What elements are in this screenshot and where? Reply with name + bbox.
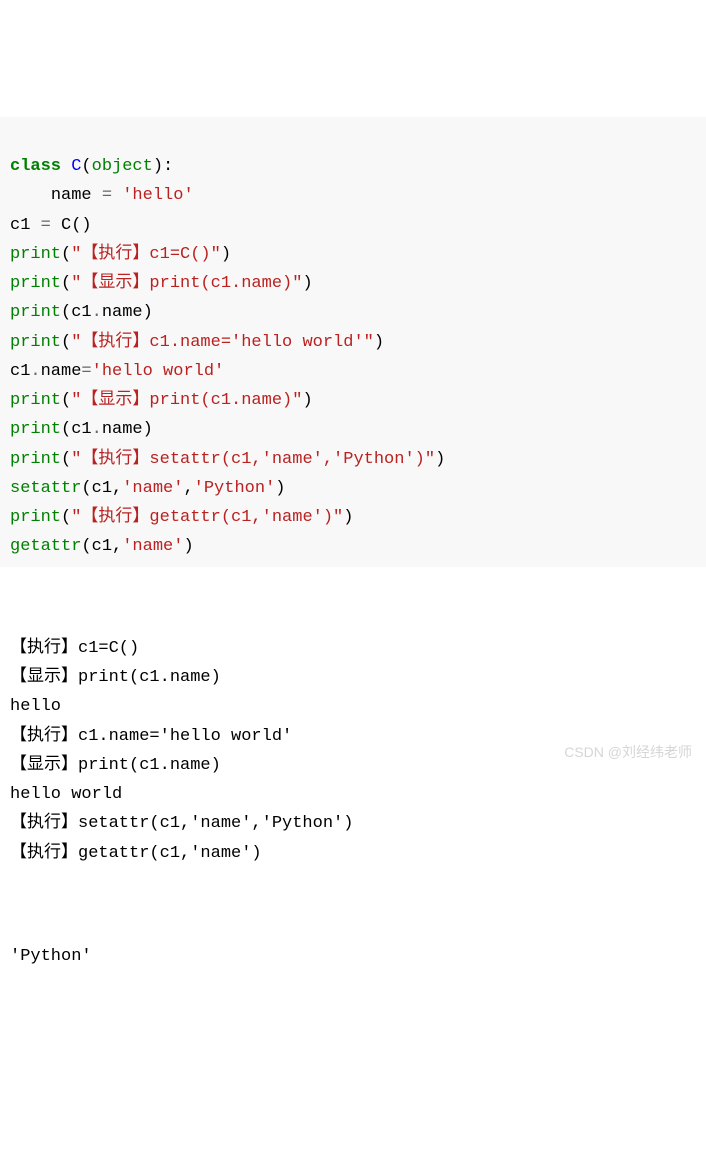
code-line: print("【执行】getattr(c1,'name')"): [10, 508, 353, 527]
output-line: hello world: [10, 785, 122, 804]
output-line: hello: [10, 697, 61, 716]
string-literal: "【显示】print(c1.name)": [71, 274, 302, 293]
builtin-func: print: [10, 391, 61, 410]
code-line: print("【显示】print(c1.name)"): [10, 391, 313, 410]
code-line: print("【显示】print(c1.name)"): [10, 274, 313, 293]
builtin-func: print: [10, 450, 61, 469]
builtin-func: setattr: [10, 479, 81, 498]
code-input-cell: class C(object): name = 'hello' c1 = C()…: [0, 117, 706, 568]
builtin-func: print: [10, 245, 61, 264]
builtin-func: print: [10, 274, 61, 293]
output-line: 【执行】c1.name='hello world': [10, 727, 292, 746]
code-line: name = 'hello': [10, 186, 194, 205]
code-line: c1.name='hello world': [10, 362, 224, 381]
output-line: 【执行】getattr(c1,'name'): [10, 844, 262, 863]
builtin-func: print: [10, 303, 61, 322]
builtin-func: print: [10, 508, 61, 527]
string-literal: "【显示】print(c1.name)": [71, 391, 302, 410]
builtin-func: getattr: [10, 537, 81, 556]
builtin-func: print: [10, 333, 61, 352]
code-line: print("【执行】setattr(c1,'name','Python')"): [10, 450, 445, 469]
code-line: getattr(c1,'name'): [10, 537, 194, 556]
code-line: print(c1.name): [10, 420, 153, 439]
watermark: CSDN @刘经纬老师: [564, 740, 692, 764]
code-line: class C(object):: [10, 157, 173, 176]
output-line: 【显示】print(c1.name): [10, 668, 221, 687]
result-value: 'Python': [10, 947, 92, 966]
string-literal: "【执行】setattr(c1,'name','Python')": [71, 450, 435, 469]
builtin-func: print: [10, 420, 61, 439]
string-literal: "【执行】c1.name='hello world'": [71, 333, 374, 352]
code-line: print("【执行】c1.name='hello world'"): [10, 333, 384, 352]
code-line: print(c1.name): [10, 303, 153, 322]
string-literal: 'hello world': [92, 362, 225, 381]
code-line: setattr(c1,'name','Python'): [10, 479, 285, 498]
code-line: print("【执行】c1=C()"): [10, 245, 231, 264]
keyword: class: [10, 157, 61, 176]
string-literal: 'hello': [122, 186, 193, 205]
string-literal: "【执行】c1=C()": [71, 245, 221, 264]
output-line: 【执行】c1=C(): [10, 639, 139, 658]
result-output-cell: 'Python': [0, 905, 706, 977]
output-line: 【显示】print(c1.name): [10, 756, 221, 775]
string-literal: "【执行】getattr(c1,'name')": [71, 508, 343, 527]
output-line: 【执行】setattr(c1,'name','Python'): [10, 814, 353, 833]
code-line: c1 = C(): [10, 216, 92, 235]
stdout-output-cell: 【执行】c1=C() 【显示】print(c1.name) hello 【执行】…: [0, 599, 706, 874]
class-name: C: [71, 157, 81, 176]
